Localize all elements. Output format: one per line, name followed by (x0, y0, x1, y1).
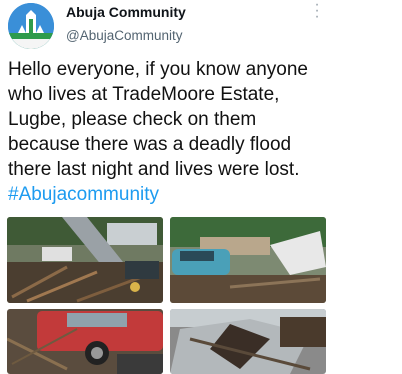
flood-photo-debris-wreckage[interactable] (7, 217, 163, 303)
tweet-text-line: because there was a deadly flood (8, 134, 292, 155)
more-options-icon[interactable]: · · · (312, 0, 322, 25)
tweet-text: Hello everyone, if you know anyone who l… (8, 57, 338, 207)
author-block: Abuja Community @AbujaCommunity (66, 4, 186, 44)
tweet-text-line: Hello everyone, if you know anyone (8, 59, 308, 80)
abuja-monument-icon (8, 3, 54, 49)
tweet-card: Abuja Community @AbujaCommunity · · · Hell… (0, 0, 402, 374)
media-grid (7, 217, 327, 374)
tweet-text-line: there last night and lives were lost. (8, 159, 300, 180)
tweet-text-line: Lugbe, please check on them (8, 109, 257, 130)
avatar[interactable] (8, 3, 54, 49)
author-display-name[interactable]: Abuja Community (66, 4, 186, 20)
flood-photo-damaged-silver-car[interactable] (170, 309, 326, 374)
author-handle[interactable]: @AbujaCommunity (66, 28, 186, 44)
hashtag-link[interactable]: #Abujacommunity (8, 182, 338, 207)
flood-photo-blue-car-flooded[interactable] (170, 217, 326, 303)
tweet-text-line: who lives at TradeMoore Estate, (8, 84, 280, 105)
flood-photo-red-car-debris[interactable] (7, 309, 163, 374)
